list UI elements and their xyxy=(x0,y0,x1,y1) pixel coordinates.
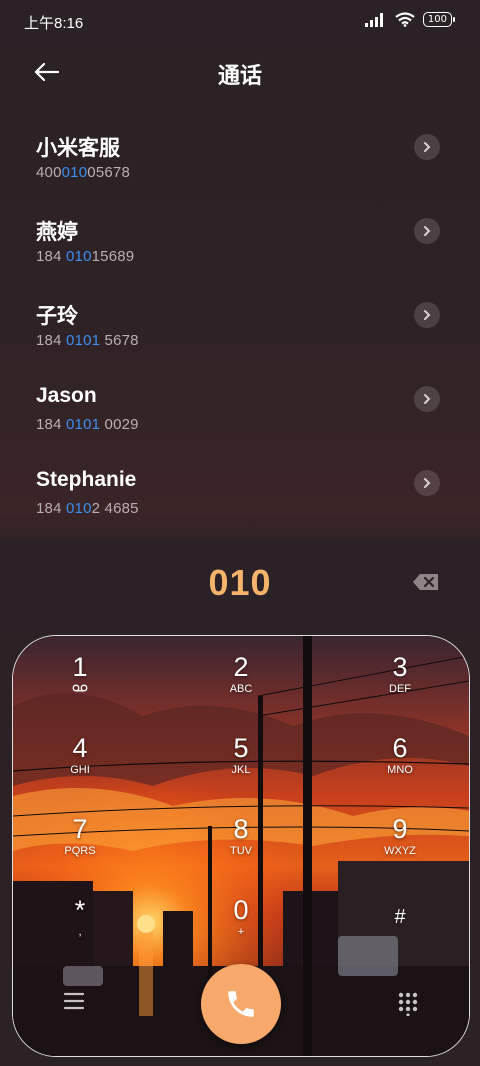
chevron-right-icon xyxy=(424,142,431,152)
contact-row[interactable]: 小米客服 40001005678 xyxy=(0,118,480,202)
key-5[interactable]: 5 JKL xyxy=(186,733,296,803)
contact-number: 184 0101 5678 xyxy=(36,332,139,349)
matched-digits: 010 xyxy=(66,500,92,517)
matched-digits: 010 xyxy=(66,248,92,265)
key-3[interactable]: 3 DEF xyxy=(345,652,455,722)
contact-row[interactable]: 燕婷 184 01015689 xyxy=(0,202,480,286)
call-button[interactable] xyxy=(201,964,281,1044)
battery-indicator: 100 xyxy=(422,12,456,27)
contact-number: 40001005678 xyxy=(36,164,130,181)
contact-row[interactable]: 子玲 184 0101 5678 xyxy=(0,286,480,370)
wifi-icon xyxy=(395,12,415,27)
contact-detail-button[interactable] xyxy=(414,386,440,412)
key-6[interactable]: 6 MNO xyxy=(345,733,455,803)
menu-icon xyxy=(63,992,85,1010)
key-hash[interactable]: # xyxy=(345,902,455,972)
dial-input-area: 010 xyxy=(0,540,480,630)
contact-name: 子玲 xyxy=(36,305,78,328)
header: 通话 xyxy=(0,46,480,98)
matched-digits: 0101 xyxy=(66,416,101,433)
voicemail-icon xyxy=(72,684,88,692)
key-8[interactable]: 8 TUV xyxy=(186,814,296,884)
contact-detail-button[interactable] xyxy=(414,134,440,160)
dialpad: 1 2 ABC 3 DEF 4 GHI 5 JKL 6 MNO 7 PQRS 8… xyxy=(12,635,470,1057)
status-icons: 100 xyxy=(364,12,456,27)
key-2[interactable]: 2 ABC xyxy=(186,652,296,722)
status-bar: 上午8:16 100 xyxy=(0,0,480,46)
key-1[interactable]: 1 xyxy=(25,652,135,722)
matched-digits: 0101 xyxy=(66,332,101,349)
contact-detail-button[interactable] xyxy=(414,470,440,496)
key-7[interactable]: 7 PQRS xyxy=(25,814,135,884)
contact-detail-button[interactable] xyxy=(414,302,440,328)
dialpad-icon xyxy=(398,992,418,1017)
matched-digits: 010 xyxy=(61,164,88,181)
contact-number: 184 01015689 xyxy=(36,248,135,265)
contact-name: Jason xyxy=(36,384,97,407)
key-star[interactable]: * , xyxy=(25,895,135,965)
key-9[interactable]: 9 WXYZ xyxy=(345,814,455,884)
contact-number: 184 0101 0029 xyxy=(36,416,139,433)
backspace-button[interactable] xyxy=(412,572,440,592)
signal-icon xyxy=(364,12,383,27)
dialed-number[interactable]: 010 xyxy=(0,562,480,604)
key-4[interactable]: 4 GHI xyxy=(25,733,135,803)
chevron-right-icon xyxy=(424,394,431,404)
phone-icon xyxy=(228,991,254,1017)
chevron-right-icon xyxy=(424,478,431,488)
chevron-right-icon xyxy=(424,310,431,320)
backspace-icon xyxy=(413,574,438,590)
contact-detail-button[interactable] xyxy=(414,218,440,244)
contact-number: 184 0102 4685 xyxy=(36,500,139,517)
status-time: 上午8:16 xyxy=(24,15,84,32)
contact-name: 小米客服 xyxy=(36,137,120,160)
menu-button[interactable] xyxy=(61,988,87,1014)
chevron-right-icon xyxy=(424,226,431,236)
page-title: 通话 xyxy=(217,64,262,89)
dialpad-toggle-button[interactable] xyxy=(395,990,421,1017)
contact-row[interactable]: Jason 184 0101 0029 xyxy=(0,370,480,454)
key-0[interactable]: 0 + xyxy=(186,895,296,965)
contact-name: Stephanie xyxy=(36,468,137,491)
contact-suggestion-list: 小米客服 40001005678 燕婷 184 01015689 子玲 184 … xyxy=(0,118,480,538)
contact-row[interactable]: Stephanie 184 0102 4685 xyxy=(0,454,480,538)
contact-name: 燕婷 xyxy=(36,221,78,244)
